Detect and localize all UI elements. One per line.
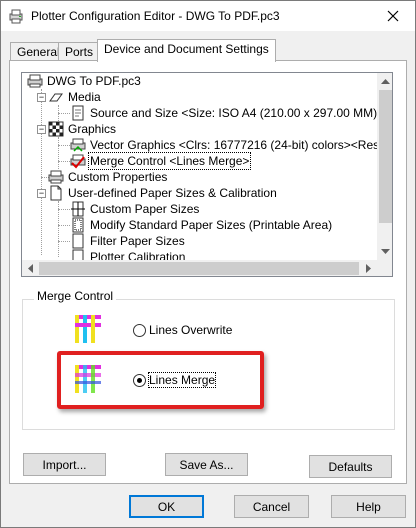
tree-item-user-defined-paper-sizes[interactable]: User-defined Paper Sizes & Calibration bbox=[48, 185, 278, 201]
radio-button[interactable] bbox=[133, 323, 146, 337]
merge-control-icon bbox=[70, 154, 86, 169]
tree-connector bbox=[58, 241, 70, 242]
lines-overwrite-label: Lines Overwrite bbox=[149, 323, 233, 337]
close-icon bbox=[387, 10, 398, 22]
filter-paper-icon bbox=[72, 233, 84, 249]
lines-overwrite-icon bbox=[73, 313, 105, 345]
collapse-paper-sizes-icon[interactable]: − bbox=[37, 189, 46, 198]
scroll-down-icon[interactable] bbox=[377, 243, 392, 260]
tree-item-label: DWG To PDF.pc3 bbox=[47, 74, 141, 88]
tree-item-modify-standard-paper-sizes[interactable]: Modify Standard Paper Sizes (Printable A… bbox=[70, 217, 333, 233]
tree-item-label: Vector Graphics <Clrs: 16777216 (24-bit)… bbox=[90, 138, 377, 152]
scrollbar-corner bbox=[377, 260, 392, 276]
tree-item-custom-paper-sizes[interactable]: Custom Paper Sizes bbox=[70, 201, 200, 217]
tree-connector bbox=[58, 161, 70, 162]
tree-item-vector-graphics[interactable]: Vector Graphics <Clrs: 16777216 (24-bit)… bbox=[70, 137, 377, 153]
lines-overwrite-radio[interactable]: Lines Overwrite bbox=[133, 323, 232, 337]
tab-strip: General Ports Device and Document Settin… bbox=[1, 39, 415, 62]
ok-button[interactable]: OK bbox=[129, 495, 204, 518]
tree-item-label: Graphics bbox=[68, 122, 117, 136]
tree-item-plotter-calibration[interactable]: Plotter Calibration bbox=[70, 249, 186, 260]
tree-item-merge-control[interactable]: Merge Control <Lines Merge> bbox=[70, 152, 252, 170]
vertical-scroll-thumb[interactable] bbox=[379, 90, 392, 223]
scroll-left-icon[interactable] bbox=[22, 260, 39, 276]
tree-item-label: User-defined Paper Sizes & Calibration bbox=[68, 186, 277, 200]
close-button[interactable] bbox=[370, 1, 415, 31]
collapse-media-icon[interactable]: − bbox=[37, 93, 46, 102]
document-icon bbox=[50, 185, 62, 201]
tree-item-custom-properties[interactable]: Custom Properties bbox=[48, 169, 168, 185]
plotter-config-window: Plotter Configuration Editor - DWG To PD… bbox=[0, 0, 416, 528]
cancel-button[interactable]: Cancel bbox=[234, 495, 309, 518]
tree-item-graphics[interactable]: Graphics bbox=[48, 121, 117, 137]
settings-tree[interactable]: − − − DWG To PDF.pc3 Media Source and Si… bbox=[21, 72, 393, 277]
import-button[interactable]: Import... bbox=[23, 453, 106, 476]
tree-content: − − − DWG To PDF.pc3 Media Source and Si… bbox=[22, 73, 377, 260]
tree-item-dwg-to-pdf[interactable]: DWG To PDF.pc3 bbox=[27, 73, 142, 89]
highlight-annotation bbox=[57, 351, 264, 409]
tree-item-label: Filter Paper Sizes bbox=[90, 234, 185, 248]
tab-device-document-settings[interactable]: Device and Document Settings bbox=[97, 39, 276, 62]
window-title: Plotter Configuration Editor - DWG To PD… bbox=[31, 9, 280, 23]
tree-connector bbox=[58, 225, 70, 226]
save-as-button[interactable]: Save As... bbox=[165, 453, 248, 476]
paper-sheet-icon bbox=[72, 105, 84, 121]
tree-item-label: Modify Standard Paper Sizes (Printable A… bbox=[90, 218, 333, 232]
scroll-up-icon[interactable] bbox=[377, 73, 392, 90]
collapse-graphics-icon[interactable]: − bbox=[37, 125, 46, 134]
tree-item-label: Media bbox=[68, 90, 101, 104]
tree-connector bbox=[58, 145, 70, 146]
tree-horizontal-scrollbar[interactable] bbox=[22, 260, 377, 276]
tree-connector bbox=[58, 209, 70, 210]
tree-connector bbox=[58, 113, 70, 114]
tree-item-label: Plotter Calibration bbox=[90, 250, 186, 260]
help-button[interactable]: Help bbox=[331, 495, 406, 518]
calibration-icon bbox=[72, 249, 84, 260]
scroll-right-icon[interactable] bbox=[360, 260, 377, 276]
tree-item-source-and-size[interactable]: Source and Size <Size: ISO A4 (210.00 x … bbox=[70, 105, 377, 121]
title-bar: Plotter Configuration Editor - DWG To PD… bbox=[1, 1, 415, 31]
plotter-app-icon bbox=[9, 9, 23, 24]
horizontal-scroll-thumb[interactable] bbox=[39, 262, 359, 275]
tree-vertical-scrollbar[interactable] bbox=[377, 73, 392, 260]
tree-item-label: Source and Size <Size: ISO A4 (210.00 x … bbox=[90, 106, 377, 120]
printer-icon bbox=[27, 74, 43, 88]
checkerboard-icon bbox=[48, 121, 64, 137]
tree-item-filter-paper-sizes[interactable]: Filter Paper Sizes bbox=[70, 233, 186, 249]
defaults-button[interactable]: Defaults bbox=[309, 455, 392, 478]
tree-connector bbox=[58, 137, 59, 169]
tree-item-media[interactable]: Media bbox=[48, 89, 102, 105]
tree-connector bbox=[41, 89, 42, 255]
properties-icon bbox=[48, 170, 64, 184]
modify-paper-icon bbox=[72, 217, 84, 233]
tree-item-label: Custom Paper Sizes bbox=[90, 202, 200, 216]
custom-paper-icon bbox=[71, 201, 85, 217]
tree-item-label: Merge Control <Lines Merge> bbox=[87, 152, 252, 170]
paper-icon bbox=[49, 93, 63, 102]
merge-control-group-title: Merge Control bbox=[34, 289, 117, 303]
vector-graphics-icon bbox=[70, 138, 86, 152]
tree-item-label: Custom Properties bbox=[68, 170, 168, 184]
tab-ports[interactable]: Ports bbox=[58, 42, 101, 62]
